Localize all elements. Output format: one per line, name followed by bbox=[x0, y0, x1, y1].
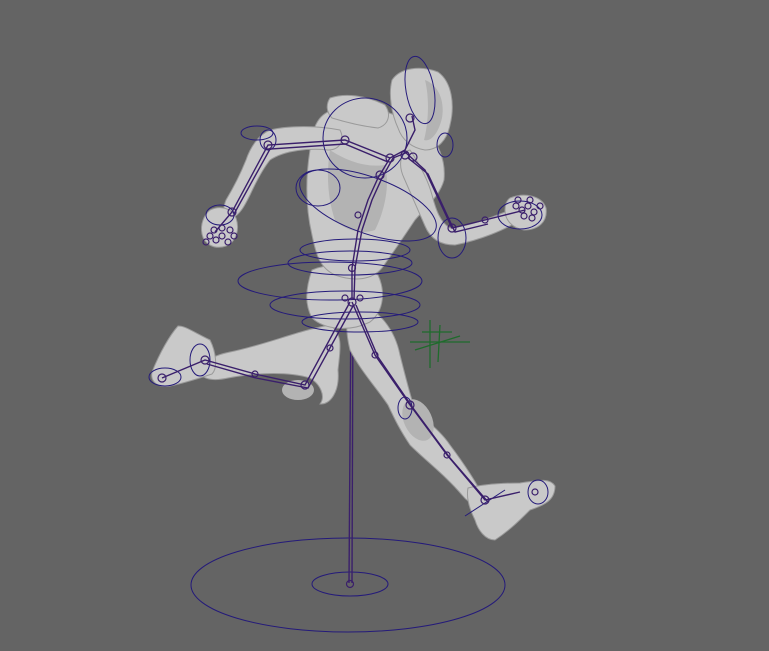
cog-circle-control[interactable] bbox=[311, 571, 389, 597]
viewport-scene[interactable] bbox=[0, 0, 769, 651]
back-leg-mesh bbox=[151, 324, 341, 405]
pivot-locator[interactable] bbox=[410, 320, 470, 368]
3d-viewport[interactable] bbox=[0, 0, 769, 651]
root-circle-control[interactable] bbox=[190, 537, 506, 633]
front-leg-mesh bbox=[346, 299, 556, 541]
